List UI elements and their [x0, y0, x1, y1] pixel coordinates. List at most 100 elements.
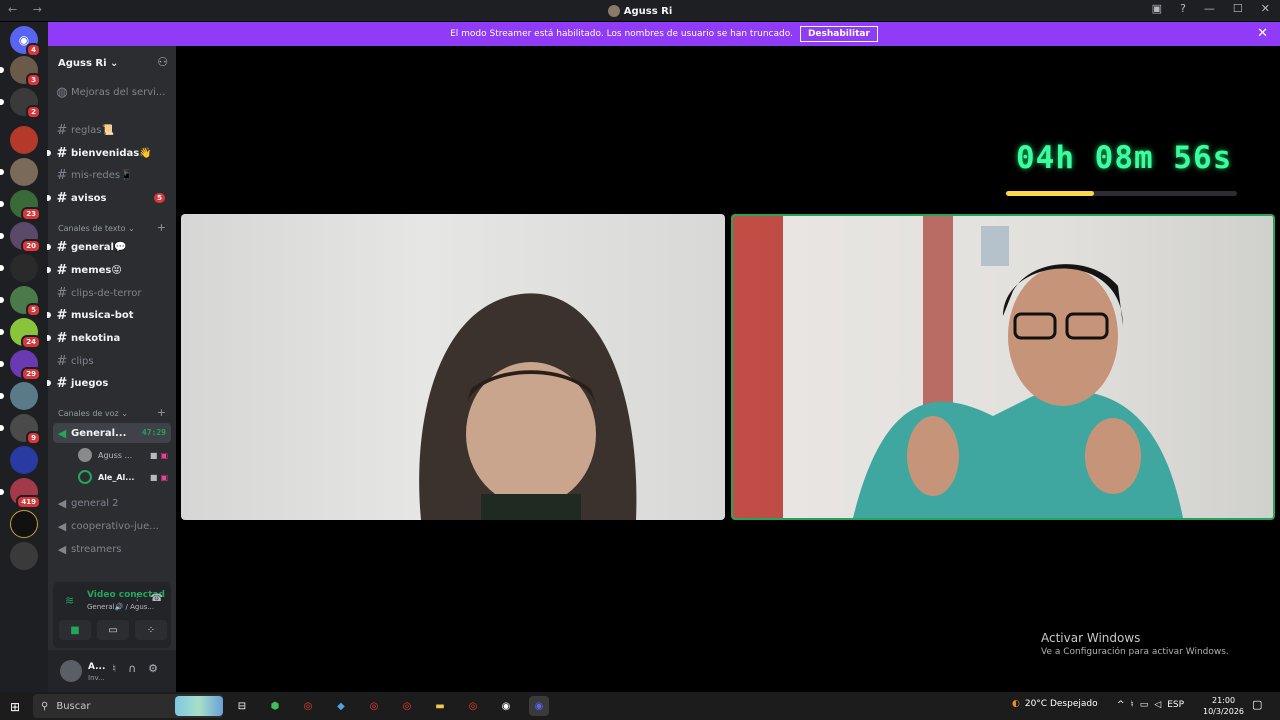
banner-close-icon[interactable]: ✕ [1257, 26, 1268, 41]
channel-bienvenidas[interactable]: # bienvenidas👋 [47, 143, 171, 163]
voice-channel-cooperativo[interactable]: ◀ cooperativo-jue... [53, 516, 171, 536]
channel-juegos[interactable]: # juegos [47, 373, 171, 393]
minimize-button[interactable]: — [1204, 2, 1215, 15]
inbox-icon[interactable]: ▣ [1152, 2, 1162, 15]
server-icon[interactable]: 29 [0, 350, 41, 381]
headphones-icon[interactable]: ∩ [128, 662, 136, 675]
hand-shape [1085, 418, 1141, 494]
task-view-icon[interactable]: ⊟ [232, 696, 252, 716]
language-indicator[interactable]: ESP [1167, 700, 1184, 710]
chrome-icon[interactable]: ◎ [298, 696, 318, 716]
person-add-icon[interactable]: ⚇ [157, 55, 168, 69]
voice-user-name: Aguss ... [98, 450, 133, 460]
user-name[interactable]: A... [88, 662, 105, 672]
voice-location[interactable]: General🔊 / Agus... [87, 603, 154, 611]
voice-channel-streamers[interactable]: ◀ streamers [53, 539, 171, 559]
maximize-button[interactable]: ☐ [1233, 2, 1243, 15]
minecraft-icon[interactable]: ⬢ [265, 696, 285, 716]
guild-header[interactable]: Aguss Ri ⌄ ⚇ [48, 46, 176, 80]
channel-clips-de-terror[interactable]: # clips-de-terror [53, 283, 171, 303]
app-icon[interactable]: ◆ [331, 696, 351, 716]
noise-suppression-icon[interactable]: ⫶ [136, 593, 139, 604]
unread-pill [0, 265, 4, 271]
channel-clips[interactable]: # clips [53, 351, 171, 371]
close-button[interactable]: ✕ [1261, 2, 1270, 15]
video-tile-user-2[interactable] [731, 214, 1275, 520]
notification-icon[interactable]: ▢ [1252, 698, 1262, 711]
server-icon[interactable]: 9 [0, 414, 41, 445]
voice-channel-general-2[interactable]: ◀ general 2 [53, 493, 171, 513]
discord-home-icon[interactable]: ◉ 4 [10, 26, 41, 57]
server-icon[interactable]: 23 [0, 190, 41, 221]
hash-icon: # [56, 262, 68, 278]
add-channel-icon[interactable]: + [157, 406, 166, 419]
guild-name: Aguss Ri ⌄ [58, 57, 119, 69]
hash-icon: # [56, 285, 68, 301]
help-icon[interactable]: ? [1180, 2, 1186, 15]
discord-taskbar-icon[interactable]: ◉ [529, 696, 549, 716]
chrome-icon[interactable]: ◎ [463, 696, 483, 716]
chevron-up-icon[interactable]: ^ [1117, 700, 1125, 710]
user-status: Inv... [88, 674, 105, 682]
user-panel: A... Inv... ♮ ∩ ⚙ [48, 650, 176, 692]
windows-start-icon[interactable]: ⊞ [10, 700, 20, 714]
voice-actions: ⫶ ☎ [136, 593, 163, 604]
channel-reglas[interactable]: # reglas📜 [53, 120, 171, 140]
voice-user-name: Ale_Al... [98, 472, 135, 482]
server-icon[interactable]: 24 [0, 318, 41, 349]
chrome-icon[interactable]: ◎ [397, 696, 417, 716]
disconnect-icon[interactable]: ☎ [151, 593, 163, 604]
server-icon[interactable]: 5 [0, 286, 41, 317]
taskbar-search[interactable]: ⚲ Buscar [33, 694, 223, 718]
server-icon[interactable] [10, 542, 38, 570]
channel-server-boosts[interactable]: ◍ Mejoras del servi... [53, 82, 171, 102]
server-avatar-icon [607, 4, 620, 17]
unread-dot [47, 380, 51, 386]
disable-streamer-button[interactable]: Deshabilitar [799, 26, 878, 42]
microphone-icon[interactable]: ♮ [1131, 700, 1134, 710]
search-icon: ⚲ [41, 700, 49, 712]
activities-button[interactable]: ⁘ [135, 620, 167, 640]
signal-icon[interactable]: ≋ [65, 594, 74, 607]
microphone-icon[interactable]: ♮ [112, 662, 116, 675]
server-icon[interactable] [0, 382, 38, 410]
category-voice-channels[interactable]: Canales de voz ⌄ + [58, 406, 166, 419]
gear-icon[interactable]: ⚙ [148, 662, 158, 675]
clock-date: 10/3/2026 [1203, 707, 1245, 716]
video-tile-user-1[interactable] [181, 214, 725, 520]
voice-user[interactable]: Ale_Al... ■ ▣ [78, 468, 168, 486]
server-icon[interactable] [10, 126, 38, 154]
avatar[interactable] [60, 660, 82, 682]
server-icon[interactable]: 3 [0, 56, 41, 87]
chrome-icon[interactable]: ◎ [364, 696, 384, 716]
server-icon[interactable] [0, 254, 38, 282]
voice-user[interactable]: Aguss ... ■ ▣ [78, 446, 168, 464]
network-icon[interactable]: ▭ [1140, 700, 1149, 710]
server-icon[interactable]: 419 [0, 478, 41, 509]
volume-icon[interactable]: ◁ [1154, 700, 1161, 710]
add-channel-icon[interactable]: + [157, 221, 166, 234]
obs-icon[interactable]: ◉ [496, 696, 516, 716]
channel-mis-redes[interactable]: # mis-redes📱 [53, 165, 171, 185]
channel-avisos[interactable]: # avisos 5 [47, 188, 171, 208]
file-explorer-icon[interactable]: ▬ [430, 696, 450, 716]
server-icon[interactable] [10, 446, 38, 474]
server-icon[interactable]: 2 [0, 88, 41, 119]
camera-button[interactable]: ■ [59, 620, 91, 640]
category-text-channels[interactable]: Canales de texto ⌄ + [58, 221, 166, 234]
banner-text: El modo Streamer está habilitado. Los no… [450, 29, 793, 39]
weather-widget[interactable]: ◐ 20°C Despejado [1012, 699, 1098, 709]
channel-general[interactable]: # general💬 [47, 237, 171, 257]
channel-musica-bot[interactable]: # musica-bot [47, 305, 171, 325]
server-icon[interactable] [0, 158, 38, 186]
server-icon[interactable] [10, 510, 38, 538]
taskbar-clock[interactable]: 21:00 10/3/2026 [1203, 695, 1244, 717]
channel-label: cooperativo-jue... [71, 520, 159, 532]
screen-share-button[interactable]: ▭ [97, 620, 129, 640]
streamer-mode-banner: El modo Streamer está habilitado. Los no… [48, 22, 1280, 46]
server-icon[interactable]: 20 [0, 222, 41, 253]
channel-memes[interactable]: # memes😝 [47, 260, 171, 280]
server-badge: 24 [21, 335, 41, 349]
channel-nekotina[interactable]: # nekotina [47, 328, 171, 348]
voice-channel-general[interactable]: ◀ General... 47:29 [53, 423, 171, 443]
